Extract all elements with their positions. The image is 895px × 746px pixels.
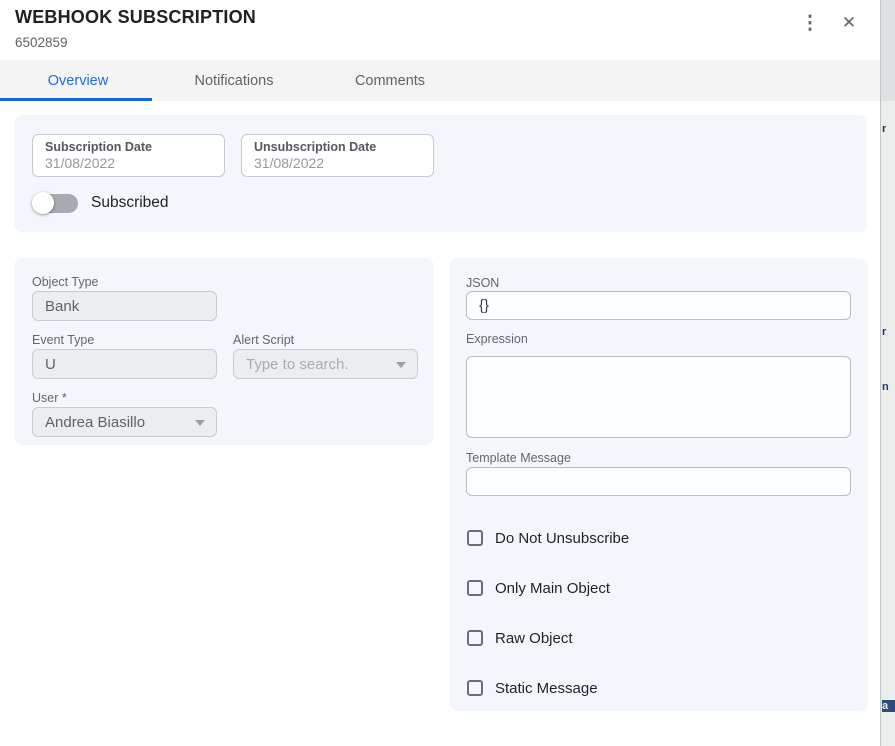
checkbox-only-main-object[interactable]: Only Main Object [467, 578, 610, 598]
subscribed-toggle-label: Subscribed [91, 194, 169, 212]
expression-textarea[interactable] [466, 356, 851, 438]
checkbox-label: Do Not Unsubscribe [495, 530, 629, 547]
event-type-field: U [32, 349, 217, 379]
alert-script-label: Alert Script [233, 333, 294, 347]
message-card: JSON Expression Template Message Do Not … [450, 258, 868, 711]
subscription-card: Subscription Date 31/08/2022 Unsubscript… [14, 115, 867, 232]
checkbox-label: Raw Object [495, 630, 573, 647]
checkbox-label: Static Message [495, 680, 598, 697]
truncated-text-fragment: r [882, 123, 895, 135]
toggle-knob-icon [32, 192, 54, 214]
checkbox-icon [467, 530, 483, 546]
unsubscription-date-label: Unsubscription Date [254, 140, 421, 155]
modal-record-id: 6502859 [15, 35, 68, 50]
checkbox-icon [467, 580, 483, 596]
close-icon[interactable]: ✕ [836, 10, 862, 36]
template-message-input[interactable] [466, 467, 851, 496]
object-type-label: Object Type [32, 275, 98, 289]
tab-comments[interactable]: Comments [312, 60, 468, 101]
event-type-label: Event Type [32, 333, 94, 347]
expression-label: Expression [466, 332, 528, 346]
user-label: User * [32, 391, 67, 405]
alert-script-select[interactable]: Type to search. [233, 349, 418, 379]
truncated-text-fragment: a [882, 700, 895, 712]
subscribed-toggle[interactable] [32, 191, 78, 215]
template-message-label: Template Message [466, 451, 571, 465]
checkbox-icon [467, 680, 483, 696]
subscription-date-label: Subscription Date [45, 140, 212, 155]
background-page-edge: r r n a [880, 0, 895, 746]
checkbox-label: Only Main Object [495, 580, 610, 597]
json-label: JSON [466, 276, 499, 290]
tab-overview[interactable]: Overview [0, 60, 156, 101]
tab-notifications[interactable]: Notifications [156, 60, 312, 101]
chevron-down-icon [396, 362, 406, 368]
tab-bar: Overview Notifications Comments [0, 60, 880, 101]
truncated-text-fragment: n [882, 381, 895, 393]
chevron-down-icon [195, 420, 205, 426]
user-select[interactable]: Andrea Biasillo [32, 407, 217, 437]
webhook-subscription-modal: WEBHOOK SUBSCRIPTION 6502859 ⋮ ✕ Overvie… [0, 0, 880, 746]
background-page-edge-shade [881, 0, 895, 101]
subscription-date-field[interactable]: Subscription Date 31/08/2022 [32, 134, 225, 177]
checkbox-do-not-unsubscribe[interactable]: Do Not Unsubscribe [467, 528, 629, 548]
truncated-text-fragment: r [882, 326, 895, 338]
checkbox-icon [467, 630, 483, 646]
details-card: Object Type Bank Event Type U Alert Scri… [14, 258, 434, 445]
checkbox-raw-object[interactable]: Raw Object [467, 628, 573, 648]
unsubscription-date-field[interactable]: Unsubscription Date 31/08/2022 [241, 134, 434, 177]
json-input[interactable] [466, 291, 851, 320]
checkbox-static-message[interactable]: Static Message [467, 678, 598, 698]
kebab-menu-icon[interactable]: ⋮ [797, 10, 823, 36]
unsubscription-date-value: 31/08/2022 [254, 155, 421, 172]
subscription-date-value: 31/08/2022 [45, 155, 212, 172]
object-type-field: Bank [32, 291, 217, 321]
modal-title: WEBHOOK SUBSCRIPTION [15, 7, 256, 28]
